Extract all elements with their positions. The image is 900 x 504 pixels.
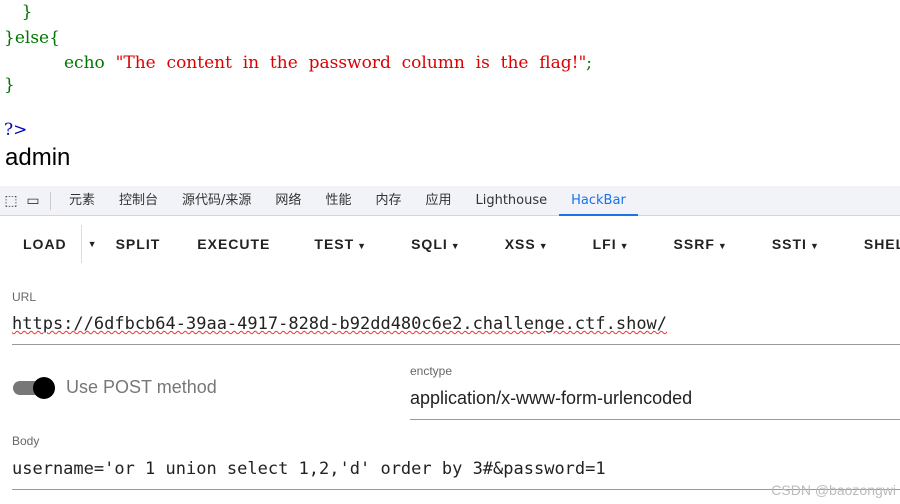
execute-button[interactable]: EXECUTE <box>182 236 292 252</box>
ssti-label: SSTI <box>771 236 807 252</box>
chevron-down-icon: ▼ <box>717 241 728 251</box>
code-line: }else{ <box>4 28 60 48</box>
chevron-down-icon: ▼ <box>809 241 820 251</box>
tab-lighthouse[interactable]: Lighthouse <box>463 186 559 216</box>
code-line: echo "The content in the password column… <box>64 53 592 73</box>
chevron-down-icon: ▼ <box>357 241 368 251</box>
xss-label: XSS <box>504 236 536 252</box>
url-value: https://6dfbcb64-39aa-4917-828d-b92dd480… <box>12 314 668 334</box>
device-toolbar-icon[interactable]: ▭ <box>22 186 44 216</box>
body-label: Body <box>12 434 40 448</box>
load-button[interactable]: LOAD <box>0 236 81 252</box>
watermark: CSDN @baozongwi <box>771 482 896 498</box>
shell-menu[interactable]: SHELL <box>842 236 900 252</box>
enctype-select[interactable]: application/x-www-form-urlencoded <box>410 384 900 420</box>
tab-performance[interactable]: 性能 <box>313 186 363 216</box>
tab-elements[interactable]: 元素 <box>57 186 107 216</box>
ssrf-label: SSRF <box>673 236 715 252</box>
test-label: TEST <box>314 236 355 252</box>
code-line: } <box>4 75 15 95</box>
ssti-menu[interactable]: SSTI ▼ <box>750 236 842 252</box>
chevron-down-icon: ▼ <box>538 241 549 251</box>
tab-network[interactable]: 网络 <box>263 186 313 216</box>
divider <box>50 191 51 210</box>
chevron-down-icon: ▼ <box>619 241 630 251</box>
post-label: Use POST method <box>66 377 217 397</box>
tab-memory[interactable]: 内存 <box>363 186 413 216</box>
test-menu[interactable]: TEST ▼ <box>292 236 389 252</box>
sqli-menu[interactable]: SQLI ▼ <box>389 236 483 252</box>
body-input[interactable]: username='or 1 union select 1,2,'d' orde… <box>12 456 900 490</box>
post-toggle[interactable] <box>13 377 55 399</box>
url-input[interactable]: https://6dfbcb64-39aa-4917-828d-b92dd480… <box>12 311 900 345</box>
lfi-label: LFI <box>592 236 617 252</box>
toggle-knob <box>33 377 55 399</box>
echo-keyword: echo <box>64 53 105 73</box>
hackbar-toolbar: LOAD ▼ SPLIT EXECUTE TEST ▼ SQLI ▼ XSS ▼ LF… <box>0 225 900 263</box>
page-output: admin <box>5 144 71 171</box>
load-dropdown-icon[interactable]: ▼ <box>88 239 98 249</box>
lfi-menu[interactable]: LFI ▼ <box>571 236 652 252</box>
tab-application[interactable]: 应用 <box>413 186 463 216</box>
tab-console[interactable]: 控制台 <box>107 186 170 216</box>
ssrf-menu[interactable]: SSRF ▼ <box>652 236 750 252</box>
split-button[interactable]: SPLIT <box>102 236 183 252</box>
tab-sources[interactable]: 源代码/来源 <box>170 186 263 216</box>
enctype-label: enctype <box>410 364 453 378</box>
chevron-down-icon: ▼ <box>450 241 461 251</box>
php-close-tag: ?> <box>4 120 28 140</box>
divider <box>80 225 82 263</box>
code-line: } <box>0 2 33 22</box>
string-literal: "The content in the password column is t… <box>115 53 587 73</box>
sqli-label: SQLI <box>411 236 448 252</box>
tab-hackbar[interactable]: HackBar <box>559 186 638 216</box>
xss-menu[interactable]: XSS ▼ <box>483 236 571 252</box>
devtools-tabbar: ⬚ ▭ 元素 控制台 源代码/来源 网络 性能 内存 应用 Lighthouse… <box>0 186 900 216</box>
php-source: } }else{ echo "The content in the passwo… <box>0 0 900 185</box>
url-label: URL <box>12 290 37 304</box>
semicolon: ; <box>586 53 593 73</box>
inspect-element-icon[interactable]: ⬚ <box>0 186 22 216</box>
